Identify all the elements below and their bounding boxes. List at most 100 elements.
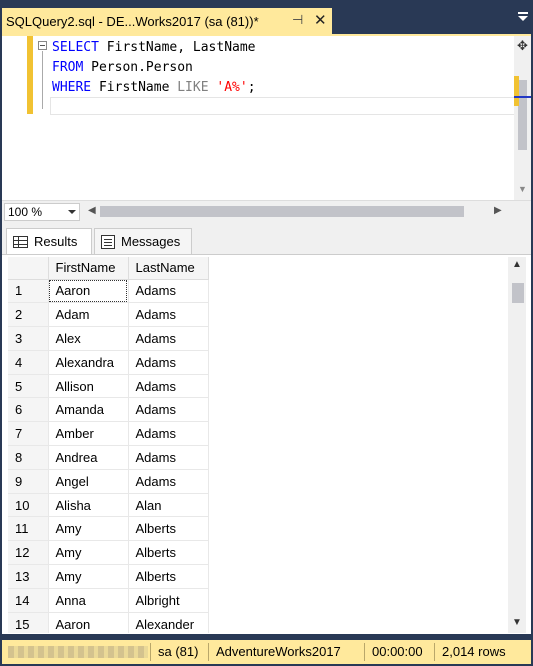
row-number-cell[interactable]: 2 (8, 302, 49, 328)
row-number-cell[interactable]: 12 (8, 540, 49, 566)
lastname-cell[interactable]: Adams (128, 302, 209, 328)
lastname-cell[interactable]: Adams (128, 397, 209, 423)
lastname-cell[interactable]: Adams (128, 350, 209, 375)
scroll-left-icon[interactable]: ◀ (88, 205, 96, 216)
row-number-cell[interactable]: 8 (8, 445, 49, 470)
firstname-cell[interactable]: Alexandra (48, 350, 129, 375)
firstname-cell[interactable]: Amanda (48, 397, 129, 423)
table-row[interactable]: 5 Allison Adams (8, 374, 209, 399)
status-divider (150, 643, 151, 661)
results-scroll-thumb[interactable] (512, 283, 524, 303)
tab-results[interactable]: Results (6, 228, 92, 254)
firstname-cell[interactable]: Aaron (48, 279, 129, 304)
lastname-cell[interactable]: Alberts (128, 516, 209, 542)
messages-icon (101, 234, 115, 249)
row-number-cell[interactable]: 3 (8, 326, 49, 351)
tab-list-dropdown-icon[interactable] (516, 10, 530, 24)
row-number-cell[interactable]: 4 (8, 350, 49, 375)
lastname-cell[interactable]: Adams (128, 469, 209, 494)
firstname-cell[interactable]: Anna (48, 588, 129, 613)
firstname-cell[interactable]: Adam (48, 302, 129, 328)
table-row[interactable]: 11 Amy Alberts (8, 516, 209, 542)
lastname-cell[interactable]: Adams (128, 326, 209, 351)
scroll-down-icon[interactable]: ▼ (518, 184, 527, 194)
tab-results-label: Results (34, 234, 78, 249)
table-row[interactable]: 7 Amber Adams (8, 421, 209, 447)
firstname-cell[interactable]: Amber (48, 421, 129, 447)
row-number-cell[interactable]: 15 (8, 612, 49, 633)
zoom-value: 100 % (8, 205, 43, 219)
results-grid[interactable]: FirstName LastName 1 Aaron Adams 2 Adam Adams… (8, 257, 508, 633)
firstname-cell[interactable]: Allison (48, 374, 129, 399)
table-row[interactable]: 15 Aaron Alexander (8, 612, 209, 633)
column-header-firstname[interactable]: FirstName (48, 257, 129, 280)
horizontal-scroll-thumb[interactable] (100, 206, 464, 217)
pin-icon[interactable]: ⊣ (292, 12, 303, 28)
table-row[interactable]: 13 Amy Alberts (8, 564, 209, 589)
table-row[interactable]: 12 Amy Alberts (8, 540, 209, 566)
lastname-cell[interactable]: Alexander (128, 612, 209, 633)
code-line-3: WHERE FirstName LIKE 'A%'; (52, 80, 256, 95)
row-number-cell[interactable]: 13 (8, 564, 49, 589)
table-row[interactable]: 8 Andrea Adams (8, 445, 209, 470)
lastname-cell[interactable]: Alan (128, 493, 209, 518)
table-row[interactable]: 9 Angel Adams (8, 469, 209, 494)
lastname-cell[interactable]: Adams (128, 445, 209, 470)
firstname-cell[interactable]: Amy (48, 564, 129, 589)
table-row[interactable]: 14 Anna Albright (8, 588, 209, 613)
status-database: AdventureWorks2017 (216, 644, 341, 659)
column-header-lastname[interactable]: LastName (128, 257, 209, 280)
firstname-cell[interactable]: Andrea (48, 445, 129, 470)
status-row-count: 2,014 rows (442, 644, 506, 659)
table-row[interactable]: 3 Alex Adams (8, 326, 209, 351)
lastname-cell[interactable]: Adams (128, 374, 209, 399)
editor-vertical-scrollbar[interactable]: ✥ ▼ (514, 36, 531, 200)
results-pane: FirstName LastName 1 Aaron Adams 2 Adam Adams… (2, 254, 531, 634)
table-row[interactable]: 4 Alexandra Adams (8, 350, 209, 375)
table-row[interactable]: 1 Aaron Adams (8, 279, 209, 304)
table-row[interactable]: 10 Alisha Alan (8, 493, 209, 518)
row-number-cell[interactable]: 14 (8, 588, 49, 613)
scroll-down-icon[interactable]: ▼ (512, 617, 522, 628)
row-number-cell[interactable]: 6 (8, 397, 49, 423)
collapse-region-icon[interactable] (38, 41, 47, 50)
status-user: sa (81) (158, 644, 199, 659)
row-number-cell[interactable]: 11 (8, 516, 49, 542)
row-number-cell[interactable]: 7 (8, 421, 49, 447)
sql-code[interactable]: SELECT FirstName, LastName FROM Person.P… (52, 38, 256, 98)
table-row[interactable]: 2 Adam Adams (8, 302, 209, 328)
query-editor[interactable]: SELECT FirstName, LastName FROM Person.P… (2, 36, 531, 200)
lastname-cell[interactable]: Adams (128, 421, 209, 447)
table-row[interactable]: 6 Amanda Adams (8, 397, 209, 423)
firstname-cell[interactable]: Alex (48, 326, 129, 351)
split-window-icon[interactable]: ✥ (514, 36, 531, 56)
lastname-cell[interactable]: Alberts (128, 564, 209, 589)
zoom-select[interactable]: 100 % (4, 203, 80, 221)
row-number-cell[interactable]: 9 (8, 469, 49, 494)
firstname-cell[interactable]: Amy (48, 540, 129, 566)
row-number-cell[interactable]: 1 (8, 279, 49, 304)
row-number-cell[interactable]: 5 (8, 374, 49, 399)
code-line-2: FROM Person.Person (52, 60, 193, 75)
lastname-cell[interactable]: Adams (128, 279, 209, 304)
close-icon[interactable]: ✕ (314, 11, 327, 29)
lastname-cell[interactable]: Albright (128, 588, 209, 613)
row-number-header[interactable] (8, 257, 49, 280)
firstname-cell[interactable]: Amy (48, 516, 129, 542)
results-vertical-scrollbar[interactable]: ▲ ▼ (508, 257, 526, 633)
firstname-cell[interactable]: Angel (48, 469, 129, 494)
query-document-tab[interactable]: SQLQuery2.sql - DE...Works2017 (sa (81))… (2, 8, 332, 34)
editor-scroll-thumb[interactable] (518, 80, 527, 150)
server-name-redacted (8, 646, 148, 658)
current-line-highlight (50, 97, 515, 115)
scroll-right-icon[interactable]: ▶ (494, 205, 502, 216)
row-number-cell[interactable]: 10 (8, 493, 49, 518)
firstname-cell[interactable]: Alisha (48, 493, 129, 518)
status-bar: sa (81) AdventureWorks2017 00:00:00 2,01… (2, 640, 531, 664)
scroll-change-marker (514, 76, 519, 106)
tab-messages[interactable]: Messages (94, 228, 192, 254)
firstname-cell[interactable]: Aaron (48, 612, 129, 633)
scroll-up-icon[interactable]: ▲ (512, 259, 522, 270)
lastname-cell[interactable]: Alberts (128, 540, 209, 566)
ssms-window: SQLQuery2.sql - DE...Works2017 (sa (81))… (0, 0, 533, 666)
